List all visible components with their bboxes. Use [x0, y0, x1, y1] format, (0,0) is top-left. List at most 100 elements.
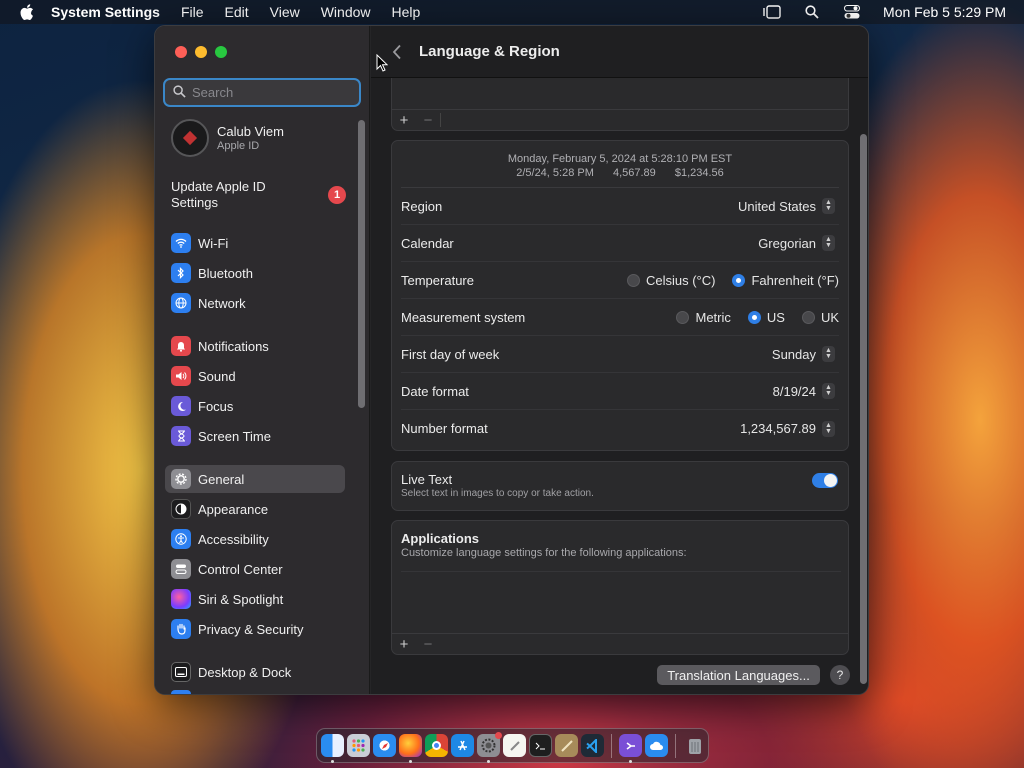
number-format-popup[interactable]: 1,234,567.89 ▲ ▼	[740, 420, 835, 437]
radio-label: Fahrenheit (°F)	[751, 272, 839, 288]
first-day-popup[interactable]: Sunday ▲ ▼	[772, 346, 835, 362]
radio-button-on[interactable]	[732, 273, 746, 287]
sidebar-item-sound[interactable]: Sound	[165, 362, 345, 390]
cloud-app-dock-icon[interactable]	[645, 734, 668, 757]
general-gear-icon	[171, 469, 191, 489]
remove-language-button[interactable]: −	[416, 112, 440, 129]
fahrenheit-radio[interactable]: Fahrenheit (°F)	[732, 273, 839, 288]
translation-languages-button[interactable]: Translation Languages...	[657, 665, 820, 685]
app-name-menu[interactable]: System Settings	[51, 4, 160, 20]
sidebar-item-wifi[interactable]: Wi-Fi	[165, 229, 345, 257]
help-button[interactable]: ?	[830, 665, 850, 685]
trash-dock-icon[interactable]	[683, 734, 706, 757]
page-title: Language & Region	[419, 43, 560, 60]
radio-button-on[interactable]	[747, 310, 761, 324]
system-settings-dock-icon[interactable]	[477, 732, 502, 763]
radio-button-off[interactable]	[626, 273, 640, 287]
us-radio[interactable]: US	[747, 310, 785, 325]
radio-button-off[interactable]	[801, 310, 815, 324]
menu-bar-clock[interactable]: Mon Feb 5 5:29 PM	[883, 4, 1006, 20]
radio-button-off[interactable]	[676, 310, 690, 324]
applications-list[interactable]	[401, 571, 841, 631]
live-text-toggle[interactable]	[812, 473, 838, 488]
sidebar-scrollbar[interactable]	[358, 120, 365, 408]
sidebar-search-field[interactable]	[163, 78, 361, 107]
terminal-dock-icon[interactable]	[529, 734, 552, 757]
sidebar-item-screen-time[interactable]: Screen Time	[165, 422, 345, 450]
region-popup[interactable]: United States ▲ ▼	[738, 198, 835, 214]
back-chevron-icon[interactable]	[389, 42, 405, 62]
format-preview: Monday, February 5, 2024 at 5:28:10 PM E…	[401, 141, 839, 188]
search-icon	[173, 84, 186, 101]
stage-manager-icon[interactable]	[763, 4, 781, 20]
minimize-window-button[interactable]	[195, 46, 207, 58]
metric-radio[interactable]: Metric	[676, 310, 731, 325]
sidebar-item-label: Screen Time	[198, 428, 271, 444]
applications-title: Applications	[401, 531, 480, 546]
safari-dock-icon[interactable]	[373, 734, 396, 757]
system-settings-window: Calub Viem Apple ID Update Apple ID Sett…	[154, 25, 869, 695]
remove-application-button[interactable]: −	[416, 636, 440, 653]
live-text-title: Live Text	[401, 472, 453, 487]
sidebar-item-label: Siri & Spotlight	[198, 591, 284, 607]
popup-chevrons-icon: ▲ ▼	[822, 235, 835, 251]
network-globe-icon	[171, 293, 191, 313]
sidebar-item-bluetooth[interactable]: Bluetooth	[165, 259, 345, 287]
window-controls	[175, 46, 227, 58]
apple-menu-icon[interactable]	[17, 2, 37, 22]
apple-id-profile[interactable]: Calub Viem Apple ID	[171, 119, 284, 157]
app-store-dock-icon[interactable]	[451, 734, 474, 757]
temperature-radio-group: Celsius (°C) Fahrenheit (°F)	[626, 273, 839, 288]
temperature-label: Temperature	[401, 272, 474, 288]
sidebar-item-label: Network	[198, 295, 246, 311]
vscode-dock-icon[interactable]	[581, 734, 604, 757]
launchpad-dock-icon[interactable]	[347, 734, 370, 757]
uk-radio[interactable]: UK	[801, 310, 839, 325]
sidebar-item-control-center[interactable]: Control Center	[165, 555, 345, 583]
calendar-popup[interactable]: Gregorian ▲ ▼	[758, 235, 835, 251]
close-window-button[interactable]	[175, 46, 187, 58]
chrome-dock-icon[interactable]	[425, 734, 448, 757]
sidebar-item-appearance[interactable]: Appearance	[165, 495, 345, 523]
notification-badge: 1	[328, 186, 346, 204]
update-apple-id-settings[interactable]: Update Apple ID Settings 1	[171, 179, 346, 211]
script-editor-dock-icon[interactable]	[555, 734, 578, 757]
window-menu[interactable]: Window	[321, 4, 371, 20]
sidebar-item-label: Sound	[198, 368, 236, 384]
edit-menu[interactable]: Edit	[225, 4, 249, 20]
search-input[interactable]	[192, 85, 352, 100]
date-format-label: Date format	[401, 383, 469, 399]
calendar-label: Calendar	[401, 235, 454, 251]
spotlight-search-icon[interactable]	[803, 4, 821, 20]
sidebar-item-network[interactable]: Network	[165, 289, 345, 317]
firefox-dock-icon[interactable]	[399, 734, 422, 763]
zoom-window-button[interactable]	[215, 46, 227, 58]
preferred-languages-card: + −	[391, 78, 849, 131]
help-menu[interactable]: Help	[392, 4, 421, 20]
content-scrollbar[interactable]	[860, 134, 867, 684]
date-format-popup[interactable]: 8/19/24 ▲ ▼	[773, 383, 835, 399]
sidebar-item-notifications[interactable]: Notifications	[165, 332, 345, 360]
region-settings-card: Monday, February 5, 2024 at 5:28:10 PM E…	[391, 140, 849, 451]
desktop-dock-icon	[171, 662, 191, 682]
view-menu[interactable]: View	[270, 4, 300, 20]
dock-separator	[675, 733, 676, 758]
visual-studio-dock-icon[interactable]	[619, 734, 642, 763]
applications-add-remove-bar: + −	[392, 633, 848, 654]
sidebar-item-label: Control Center	[198, 561, 283, 577]
textedit-dock-icon[interactable]	[503, 734, 526, 757]
sidebar-item-general[interactable]: General	[165, 465, 345, 493]
control-center-icon[interactable]	[843, 4, 861, 20]
sidebar-item-focus[interactable]: Focus	[165, 392, 345, 420]
sidebar-item-label: General	[198, 471, 245, 487]
sidebar-item-desktop-dock[interactable]: Desktop & Dock	[165, 658, 345, 686]
sidebar-item-accessibility[interactable]: Accessibility	[165, 525, 345, 553]
sidebar-item-siri-spotlight[interactable]: Siri & Spotlight	[165, 585, 345, 613]
finder-dock-icon[interactable]	[321, 734, 344, 763]
add-application-button[interactable]: +	[392, 636, 416, 653]
sidebar-item-privacy-security[interactable]: Privacy & Security	[165, 615, 345, 643]
preview-currency: $1,234.56	[674, 167, 724, 179]
celsius-radio[interactable]: Celsius (°C)	[626, 273, 715, 288]
add-language-button[interactable]: +	[392, 112, 416, 129]
file-menu[interactable]: File	[181, 4, 204, 20]
